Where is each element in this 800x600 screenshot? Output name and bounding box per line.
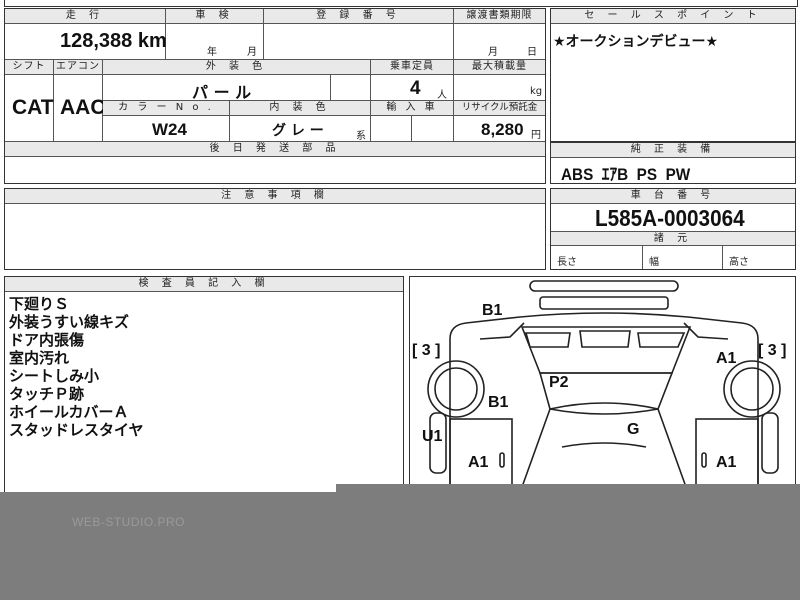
right-mirror-wheel-icon (723, 360, 781, 418)
chassis-header: 車 台 番 号 (551, 189, 795, 204)
dimensions-header: 諸 元 (551, 231, 795, 246)
shift-value: CAT (12, 96, 54, 119)
caution-box: 注 意 事 項 欄 (4, 188, 546, 270)
car-diagram-box: B1 [ 3 ] [ 3 ] A1 P2 B1 U1 G A1 A1 (409, 276, 796, 498)
exterior-color-header: 外 装 色 (103, 60, 370, 75)
max-load-unit: kg (530, 86, 543, 97)
diag-bracket-right: [ 3 ] (758, 342, 786, 359)
inspection-header: 車 検 (166, 9, 263, 24)
watermark-text: WEB-STUDIO.PRO (72, 515, 186, 529)
later-parts-header: 後 日 発 送 部 品 (5, 142, 545, 157)
registration-header: 登 録 番 号 (264, 9, 453, 24)
transfer-deadline-header: 譲渡書類期限 (454, 9, 545, 24)
sales-point-header: セ ー ル ス ポ イ ン ト (551, 9, 795, 24)
front-bumper-outline (529, 280, 679, 292)
diag-bracket-left: [ 3 ] (412, 342, 440, 359)
capacity-unit: 人 (437, 90, 447, 101)
note-line: タッチＰ跡 (9, 385, 85, 403)
diag-b1-top: B1 (482, 302, 503, 319)
watermark-overlay (0, 492, 800, 600)
diag-a1-right: A1 (716, 454, 737, 471)
note-line: シートしみ小 (9, 367, 100, 385)
recycle-header: リサイクル預託金 (454, 101, 545, 116)
note-line: 外装うすい線キズ (9, 313, 130, 331)
mileage-unit: km (137, 30, 167, 52)
caution-header: 注 意 事 項 欄 (5, 189, 545, 204)
diag-g: G (627, 421, 639, 438)
inspector-box: 検 査 員 記 入 欄 下廻りＳ 外装うすい線キズ ドア内張傷 室内汚れ シート… (4, 276, 404, 498)
note-line: ドア内張傷 (9, 331, 85, 349)
mileage-value: 128,388 km (60, 30, 167, 52)
dim-height-label: 高さ (729, 257, 749, 268)
note-line: 室内汚れ (9, 349, 70, 367)
equipment-value: ABS ｴｱB PS PW (561, 165, 691, 184)
inspector-header: 検 査 員 記 入 欄 (5, 277, 403, 292)
diag-p2: P2 (549, 374, 569, 391)
sales-point-box: セ ー ル ス ポ イ ン ト ★オークションデビュー★ (550, 8, 796, 142)
equipment-box: 純 正 装 備 ABS ｴｱB PS PW (550, 142, 796, 184)
capacity-header: 乗車定員 (371, 60, 453, 75)
car-diagram: B1 [ 3 ] [ 3 ] A1 P2 B1 U1 G A1 A1 (412, 280, 786, 490)
watermark-overlay-step (336, 484, 800, 494)
recycle-value: 8,280 (481, 120, 524, 139)
dim-width-label: 幅 (649, 257, 659, 268)
inspection-year: 年 (207, 47, 217, 58)
import-header: 輸 入 車 (371, 101, 453, 116)
capacity-value: 4 (410, 78, 421, 99)
shift-header: シフト (5, 60, 53, 75)
windshield (520, 326, 692, 374)
sales-point-text: ★オークションデビュー★ (553, 34, 719, 50)
diag-a1-left: A1 (468, 454, 489, 471)
note-line: 下廻りＳ (9, 295, 70, 313)
diag-a1-right-top: A1 (716, 350, 737, 367)
max-load-header: 最大積載量 (454, 60, 545, 75)
aircon-header: エアコン (54, 60, 102, 75)
note-line: スタッドレスタイヤ (9, 421, 144, 439)
interior-color-suffix: 系 (356, 131, 366, 142)
color-no-value: W24 (152, 120, 187, 139)
transfer-day: 日 (527, 47, 537, 58)
top-partial-strip (4, 0, 798, 7)
chassis-value: L585A-0003064 (595, 205, 745, 231)
inspector-notes: 下廻りＳ 外装うすい線キズ ドア内張傷 室内汚れ シートしみ小 タッチＰ跡 ホイ… (9, 295, 144, 439)
diag-u1: U1 (422, 428, 443, 445)
transfer-month: 月 (488, 47, 498, 58)
dim-length-label: 長さ (557, 257, 577, 268)
left-mirror-wheel-icon (427, 360, 485, 418)
chassis-box: 車 台 番 号 L585A-0003064 諸 元 長さ 幅 高さ (550, 188, 796, 270)
inspection-month: 月 (247, 47, 257, 58)
aircon-value: AAC (60, 96, 106, 119)
interior-color-value: グ レ ー (272, 123, 324, 139)
color-no-header: カ ラ ー N o . (103, 101, 229, 116)
diag-b1-left: B1 (488, 394, 509, 411)
mileage-header: 走 行 (5, 9, 165, 24)
equipment-header: 純 正 装 備 (551, 143, 795, 158)
note-line: ホイールカバーＡ (9, 403, 129, 421)
interior-color-header: 内 装 色 (230, 101, 370, 116)
recycle-unit: 円 (531, 130, 541, 141)
